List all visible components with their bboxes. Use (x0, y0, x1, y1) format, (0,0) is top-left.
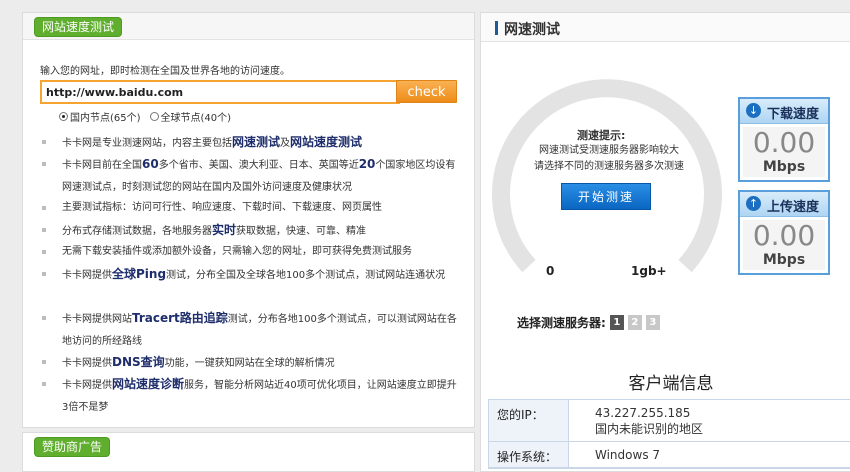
table-row: 您的IP： 43.227.255.185 国内未能识别的地区 (489, 400, 850, 442)
panel-header: 网站速度测试 (23, 13, 474, 40)
os-label: 操作系统： (489, 442, 569, 467)
ip-value: 43.227.255.185 (595, 406, 691, 420)
server-selector: 选择测速服务器: 1 2 3 (517, 314, 660, 331)
hint-title: 测速提示: (577, 129, 626, 142)
url-input[interactable] (40, 80, 400, 104)
arrow-down-icon: ↓ (746, 103, 761, 118)
ip-label: 您的IP： (489, 400, 569, 441)
download-value: 0.00 (752, 126, 816, 159)
domestic-radio[interactable] (59, 112, 68, 121)
upload-value: 0.00 (752, 219, 816, 252)
os-value: Windows 7 (595, 448, 661, 462)
speed-test-panel: 网速测试 测速提示: 网速测试受测速服务器影响较大 请选择不同的测速服务器多次测… (480, 12, 850, 472)
download-unit: Mbps (762, 159, 806, 175)
upload-unit: Mbps (762, 252, 806, 268)
bullet-icon (42, 162, 46, 166)
website-speed-panel: 网站速度测试 输入您的网址，即时检测在全国及世界各地的访问速度。 check 国… (22, 12, 475, 428)
bullet-icon (42, 228, 46, 232)
bullet-icon (42, 140, 46, 144)
server-option-3[interactable]: 3 (645, 315, 660, 330)
client-info-table: 您的IP： 43.227.255.185 国内未能识别的地区 操作系统： Win… (488, 399, 850, 469)
server-label: 选择测速服务器: (517, 316, 606, 330)
sponsor-tab[interactable]: 赞助商广告 (34, 437, 111, 457)
client-info-title: 客户端信息 (628, 374, 714, 394)
upload-speed-box: ↑ 上传速度 0.00 Mbps (738, 190, 830, 275)
gauge-max-label: 1gb+ (631, 264, 667, 278)
hint-line-1: 网速测试受测速服务器影响较大 (539, 145, 679, 156)
upload-title: 上传速度 (767, 200, 820, 215)
bullet-icon (42, 272, 46, 276)
sponsor-panel: 赞助商广告 (22, 432, 475, 472)
domestic-radio-label[interactable]: 国内节点(65个) (70, 109, 141, 124)
download-title: 下载速度 (767, 107, 820, 122)
arrow-up-icon: ↑ (746, 196, 761, 211)
download-speed-box: ↓ 下载速度 0.00 Mbps (738, 97, 830, 182)
bullet-icon (42, 316, 46, 320)
start-test-button[interactable]: 开始测速 (561, 183, 651, 210)
bullet-icon (42, 206, 46, 210)
gauge-arc (492, 79, 722, 273)
website-speed-tab[interactable]: 网站速度测试 (34, 17, 123, 37)
global-radio-label[interactable]: 全球节点(40个) (161, 109, 232, 124)
intro-text: 输入您的网址，即时检测在全国及世界各地的访问速度。 (40, 66, 290, 77)
bullet-icon (42, 382, 46, 386)
check-button[interactable]: check (396, 80, 457, 103)
hint-line-2: 请选择不同的测速服务器多次测速 (534, 161, 684, 172)
gauge-min-label: 0 (546, 264, 555, 278)
node-selector: 国内节点(65个) 全球节点(40个) (59, 109, 240, 124)
server-option-2[interactable]: 2 (627, 315, 642, 330)
bullet-icon (42, 250, 46, 254)
ip-location: 国内未能识别的地区 (595, 422, 704, 436)
global-radio[interactable] (149, 112, 159, 121)
table-row: 操作系统： Windows 7 (489, 442, 850, 468)
bullet-icon (42, 360, 46, 364)
server-option-1[interactable]: 1 (609, 315, 624, 330)
